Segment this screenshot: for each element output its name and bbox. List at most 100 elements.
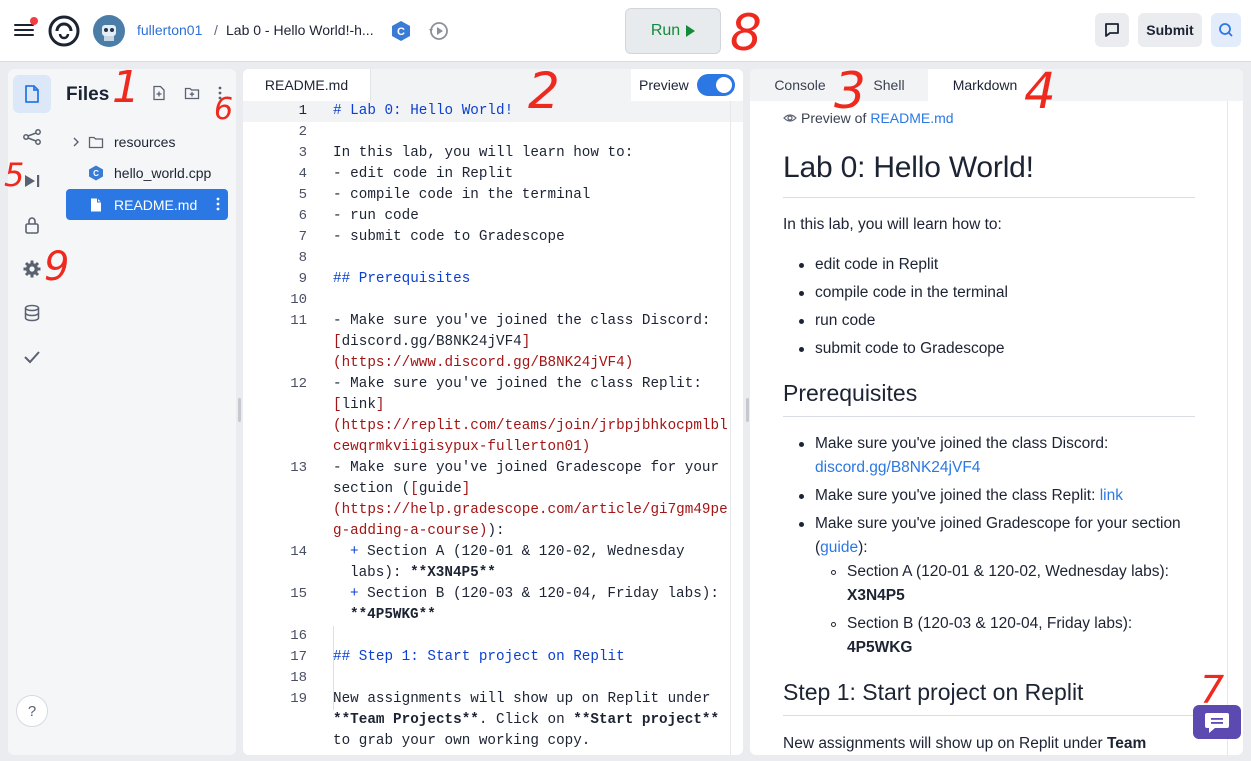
line-number: 5	[298, 187, 307, 203]
list-bullet	[799, 442, 804, 447]
cpp-file-icon: C	[89, 165, 103, 180]
tree-file-readme[interactable]: README.md	[66, 189, 228, 220]
tree-item-label: README.md	[114, 196, 198, 213]
code-text: # Lab 0: Hello World!	[333, 103, 514, 119]
new-file-icon[interactable]	[151, 85, 167, 101]
right-panel-tab-bar: Console Shell Markdown	[750, 69, 1243, 101]
run-button[interactable]: Run	[625, 8, 721, 54]
line-number: 14	[290, 544, 307, 560]
breadcrumb-separator: /	[214, 22, 218, 38]
list-item: Make sure you've joined Gradescope for y…	[815, 515, 1181, 532]
sub-list-item: Section B (120-03 & 120-04, Friday labs)…	[847, 615, 1133, 632]
files-editor-resize-handle[interactable]	[238, 398, 241, 422]
file-options-icon[interactable]	[210, 196, 226, 212]
cpp-language-icon[interactable]: C	[390, 20, 412, 42]
code-text: **4P5WKG**	[350, 607, 436, 623]
line-number: 18	[290, 670, 307, 686]
sub-list-bullet	[831, 570, 836, 575]
code-text: cewqrmkviigisypux-fullerton01)	[333, 439, 591, 455]
editor-scrollbar[interactable]	[730, 101, 731, 755]
list-item-continuation: (guide):	[815, 539, 868, 557]
database-tool-button[interactable]	[13, 294, 51, 332]
code-text: New assignments will show up on Replit u…	[333, 691, 711, 707]
code-text: labs): **X3N4P5**	[350, 565, 496, 581]
code-text: section ([guide]	[333, 481, 470, 497]
checks-tool-button[interactable]	[13, 338, 51, 376]
editor-panel-resize-handle[interactable]	[746, 398, 749, 422]
step-forward-icon	[25, 175, 40, 187]
new-folder-icon[interactable]	[184, 85, 200, 101]
preview-toggle[interactable]: Preview	[631, 69, 743, 101]
code-token: **Start project**	[573, 712, 720, 728]
tab-console[interactable]: Console	[750, 69, 850, 101]
markdown-h2: Prerequisites	[783, 380, 918, 406]
code-token: . Click on	[478, 712, 574, 728]
line-number: 6	[298, 208, 307, 224]
line-number: 16	[290, 628, 307, 644]
code-token: [	[333, 334, 342, 350]
chat-bubble-icon	[1205, 713, 1229, 733]
svg-text:C: C	[397, 26, 405, 38]
submit-button[interactable]: Submit	[1138, 13, 1202, 47]
secrets-tool-button[interactable]	[13, 206, 51, 244]
tree-folder-resources[interactable]: resources	[66, 126, 228, 157]
run-label: Run	[650, 22, 681, 39]
files-title: Files	[66, 84, 110, 105]
file-icon	[91, 198, 101, 211]
line-number: 7	[298, 229, 307, 245]
paragraph-text: New assignments will show up on Replit u…	[783, 735, 1107, 752]
right-panel: Console Shell Markdown Preview of README…	[750, 69, 1243, 755]
preview-file-link[interactable]: README.md	[870, 110, 953, 126]
preview-of-line: Preview of README.md	[783, 110, 954, 126]
replit-logo-icon[interactable]	[48, 15, 80, 47]
code-token: ]	[375, 397, 385, 413]
list-item: Make sure you've joined the class Discor…	[815, 435, 1109, 452]
code-text: - Make sure you've joined the class Disc…	[333, 313, 711, 329]
files-tool-button[interactable]	[13, 75, 51, 113]
settings-tool-button[interactable]	[13, 250, 51, 288]
code-text: to grab your own working copy.	[333, 733, 591, 749]
user-avatar[interactable]	[93, 15, 125, 47]
line-number: 12	[290, 376, 307, 392]
code-token: link	[341, 397, 376, 413]
discord-link[interactable]: discord.gg/B8NK24jVF4	[815, 459, 980, 477]
tree-file-hello-world-cpp[interactable]: C hello_world.cpp	[66, 157, 228, 188]
editor-tab-bar: README.md Preview	[243, 69, 743, 101]
search-button[interactable]	[1211, 13, 1241, 47]
help-button[interactable]: ?	[16, 695, 48, 727]
markdown-scrollbar[interactable]	[1227, 101, 1228, 755]
guide-link[interactable]: guide	[820, 539, 858, 556]
tree-item-label: resources	[114, 133, 176, 150]
debugger-tool-button[interactable]	[13, 162, 51, 200]
eye-icon	[783, 114, 797, 122]
code-token: labs):	[350, 565, 411, 581]
chat-button[interactable]	[1095, 13, 1129, 47]
list-bullet	[799, 347, 804, 352]
preview-switch[interactable]	[697, 74, 735, 96]
username-link[interactable]: fullerton01	[137, 22, 202, 38]
repl-name[interactable]: Lab 0 - Hello World!-h...	[226, 22, 374, 38]
top-bar: fullerton01 / Lab 0 - Hello World!-h... …	[0, 0, 1251, 62]
code-token: [	[410, 481, 419, 497]
replit-link[interactable]: link	[1100, 487, 1123, 504]
line-number: 13	[290, 460, 307, 476]
tab-markdown[interactable]: Markdown	[928, 69, 1042, 101]
code-text: (https://www.discord.gg/B8NK24jVF4)	[333, 355, 634, 371]
git-tool-button[interactable]	[13, 118, 51, 156]
tab-readme[interactable]: README.md	[243, 69, 371, 101]
line-number: 3	[298, 145, 307, 161]
code-token: **Team Projects**	[333, 712, 479, 728]
history-icon[interactable]	[428, 20, 450, 42]
code-token: [	[333, 397, 342, 413]
line-number: 19	[290, 691, 307, 707]
list-item: Make sure you've joined the class Replit…	[815, 487, 1123, 505]
markdown-paragraph: In this lab, you will learn how to:	[783, 216, 1002, 233]
code-area[interactable]: 1 2 3 4 5 6 7 8 9 10 11 12 13 14 15 16 1…	[243, 101, 743, 755]
list-bullet	[799, 494, 804, 499]
more-options-icon[interactable]	[212, 85, 228, 101]
files-panel: Files resources C hello_world.cpp README…	[55, 69, 236, 755]
code-token: Section B (120-03 & 120-04, Friday labs)…	[358, 586, 719, 602]
support-chat-button[interactable]	[1193, 705, 1241, 739]
tab-shell[interactable]: Shell	[850, 69, 928, 101]
markdown-preview[interactable]: Preview of README.md Lab 0: Hello World!…	[750, 101, 1243, 755]
